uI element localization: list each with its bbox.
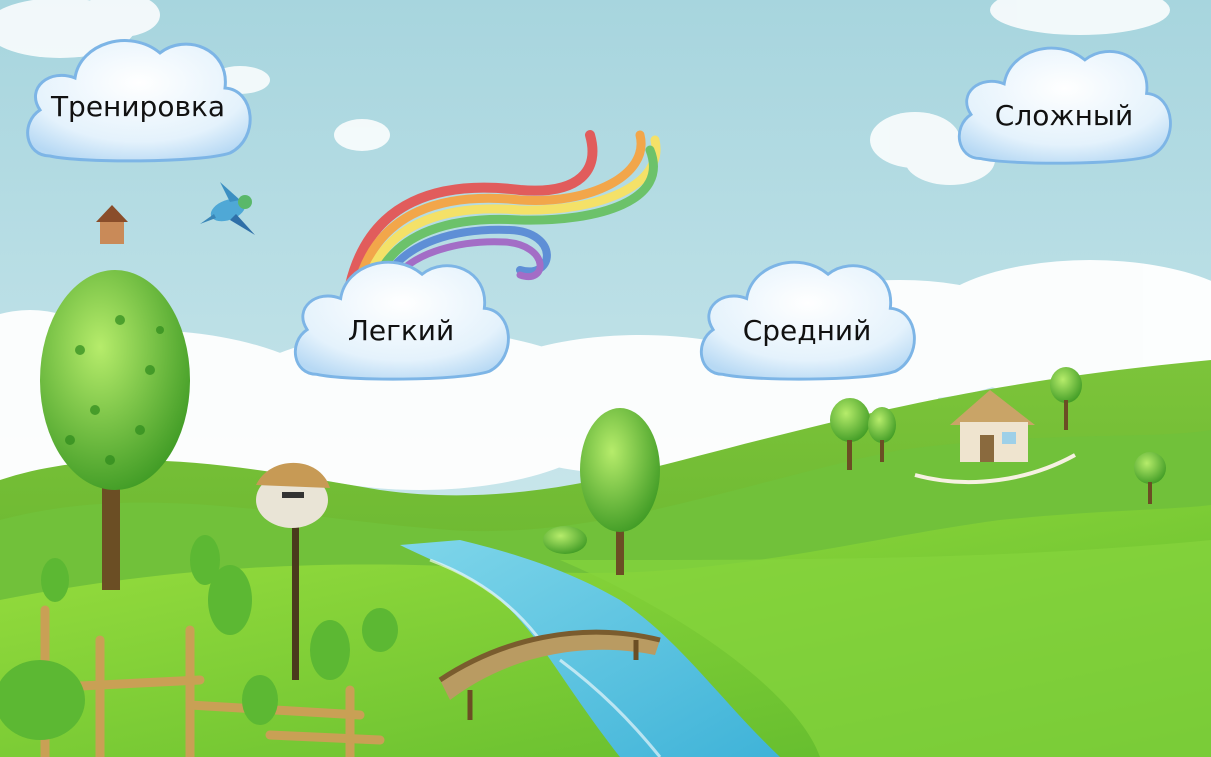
- easy-mode-button[interactable]: Легкий: [288, 250, 514, 386]
- medium-mode-button[interactable]: Средний: [694, 250, 920, 386]
- training-mode-button[interactable]: Тренировка: [20, 28, 256, 168]
- training-label: Тренировка: [50, 90, 226, 123]
- hard-label: Сложный: [994, 99, 1134, 132]
- medium-label: Средний: [742, 314, 872, 347]
- easy-label: Легкий: [347, 314, 455, 347]
- hard-mode-button[interactable]: Сложный: [952, 36, 1176, 170]
